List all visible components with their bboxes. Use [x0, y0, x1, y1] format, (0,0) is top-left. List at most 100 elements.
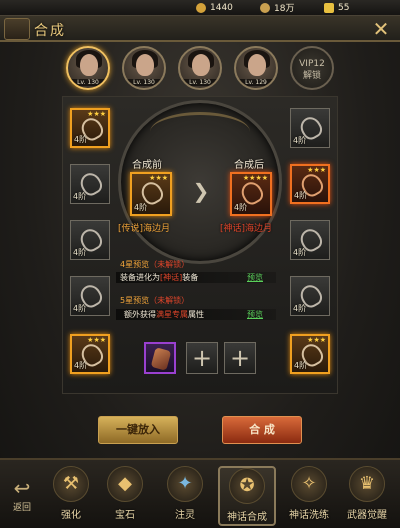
title-bar: 合成 ✕	[0, 16, 400, 42]
resource-copper-coin[interactable]: 18万	[260, 1, 306, 14]
compose-button[interactable]: 合 成	[222, 416, 302, 444]
nav-label: 神话洗练	[289, 510, 329, 521]
tier-label: 4阶	[293, 248, 307, 257]
equip-slot-right-4[interactable]: 4阶	[290, 276, 330, 316]
star4-preview-desc: 装备进化为[神话]装备	[120, 272, 198, 283]
preview-link-2[interactable]: 预览	[247, 309, 263, 320]
back-arrow-icon: ↩	[13, 476, 31, 500]
hero-avatar-1[interactable]: Lv. 130	[66, 46, 110, 90]
tier-label: 4阶	[293, 304, 307, 313]
vip-unlock-label: 解锁	[302, 71, 321, 81]
gem-icon	[150, 347, 172, 371]
compose-before-slot[interactable]: ★★★ 4阶	[130, 172, 172, 216]
spirit-icon: ✦	[167, 466, 203, 502]
close-button[interactable]: ✕	[370, 18, 392, 40]
resource-value: 18万	[274, 4, 295, 14]
equip-slot-left-2[interactable]: 4阶	[70, 164, 110, 204]
tier-label: 4阶	[293, 136, 307, 145]
equip-slot-left-1[interactable]: ★★★ 4阶	[70, 108, 110, 148]
hero-level: Lv. 130	[180, 79, 220, 86]
tier-label: 4阶	[234, 203, 248, 212]
auto-fill-button[interactable]: 一键放入	[98, 416, 178, 444]
gem-icon: ◆	[107, 466, 143, 502]
hammer-icon: ⚒	[53, 466, 89, 502]
compose-icon: ✪	[229, 468, 265, 504]
item-rarity: [神话]	[220, 224, 246, 234]
desc-highlight: [神话]	[160, 273, 183, 282]
equip-slot-right-5[interactable]: ★★★ 4阶	[290, 334, 330, 374]
nav-label: 神话合成	[227, 512, 267, 523]
plus-icon: +	[229, 344, 251, 372]
star-rating: ★★★	[87, 110, 106, 118]
back-label: 返回	[12, 503, 31, 513]
compose-after-slot[interactable]: ★★★★ 4阶	[230, 172, 272, 216]
hero-face	[80, 54, 98, 76]
star-rating: ★★★	[307, 336, 326, 344]
equip-slot-right-2[interactable]: ★★★ 4阶	[290, 164, 330, 204]
hero-level: Lv. 130	[68, 79, 108, 86]
nav-myth-compose[interactable]: ✪ 神话合成	[218, 466, 276, 526]
tier-label: 4阶	[73, 248, 87, 257]
arrow-right-icon: ❯	[192, 179, 210, 203]
tier-label: 4阶	[294, 191, 308, 200]
back-button[interactable]: ↩ 返回	[4, 476, 40, 526]
hero-level: Lv. 129	[236, 79, 276, 86]
tier-label: 4阶	[73, 304, 87, 313]
equip-slot-left-4[interactable]: 4阶	[70, 276, 110, 316]
hero-avatar-3[interactable]: Lv. 130	[178, 46, 222, 90]
lock-status: （未解锁）	[149, 260, 190, 269]
hero-face	[192, 54, 210, 76]
awaken-icon: ♛	[349, 466, 385, 502]
desc-text: 装备进化为	[120, 273, 160, 282]
resource-gold-ingot[interactable]: 55	[324, 2, 370, 13]
resource-star-coin[interactable]: 1440	[196, 2, 242, 13]
nav-label: 宝石	[115, 510, 135, 521]
tier-label: 4阶	[73, 192, 87, 201]
preview-title: 4星预览	[120, 260, 150, 269]
refine-icon: ✧	[291, 466, 327, 502]
after-item-name: [神话]海边月	[220, 221, 272, 234]
tier-label: 4阶	[134, 203, 148, 212]
before-caption: 合成前	[132, 160, 162, 171]
desc-highlight: 满星专属	[156, 310, 188, 319]
material-slot-add-1[interactable]: +	[186, 342, 218, 374]
material-slot-add-2[interactable]: +	[224, 342, 256, 374]
star5-preview-desc: 额外获得满星专属属性	[124, 309, 204, 320]
desc-text: 属性	[188, 310, 204, 319]
before-item-name: [传说]海边月	[118, 221, 170, 234]
desc-text: 装备	[182, 273, 199, 282]
star-rating: ★★★★	[242, 174, 268, 182]
hero-avatar-4[interactable]: Lv. 129	[234, 46, 278, 90]
nav-myth-refine[interactable]: ✧ 神话洗练	[282, 466, 336, 526]
preview-link-1[interactable]: 预览	[247, 272, 263, 283]
vip-unlock-slot[interactable]: VIP12 解锁	[290, 46, 334, 90]
equip-slot-right-1[interactable]: 4阶	[290, 108, 330, 148]
hero-avatar-2[interactable]: Lv. 130	[122, 46, 166, 90]
copper-coin-icon	[260, 2, 270, 13]
equip-slot-right-3[interactable]: 4阶	[290, 220, 330, 260]
item-name: 海边月	[245, 224, 273, 234]
hero-face	[136, 54, 154, 76]
star5-preview-title: 5星预览（未解锁）	[120, 295, 189, 306]
star-rating: ★★★	[307, 166, 326, 174]
star-rating: ★★★	[87, 336, 106, 344]
gold-ingot-icon	[324, 2, 334, 13]
material-slot-1[interactable]	[144, 342, 176, 374]
preview-title: 5星预览	[120, 296, 150, 305]
nav-spirit[interactable]: ✦ 注灵	[158, 466, 212, 526]
equip-slot-left-3[interactable]: 4阶	[70, 220, 110, 260]
nav-weapon-awaken[interactable]: ♛ 武器觉醒	[340, 466, 394, 526]
nav-label: 注灵	[175, 510, 195, 521]
plus-icon: +	[191, 344, 213, 372]
hero-level: Lv. 130	[124, 79, 164, 86]
tier-label: 4阶	[74, 361, 88, 370]
resource-bar: 1440 18万 55	[0, 0, 400, 16]
nav-gem[interactable]: ◆ 宝石	[98, 466, 152, 526]
equip-slot-left-5[interactable]: ★★★ 4阶	[70, 334, 110, 374]
nav-strengthen[interactable]: ⚒ 强化	[44, 466, 98, 526]
hero-face	[248, 54, 266, 76]
resource-value: 55	[338, 2, 350, 13]
star-rating: ★★★	[149, 174, 168, 182]
after-caption: 合成后	[234, 160, 264, 171]
vip-level: VIP12	[299, 59, 325, 69]
